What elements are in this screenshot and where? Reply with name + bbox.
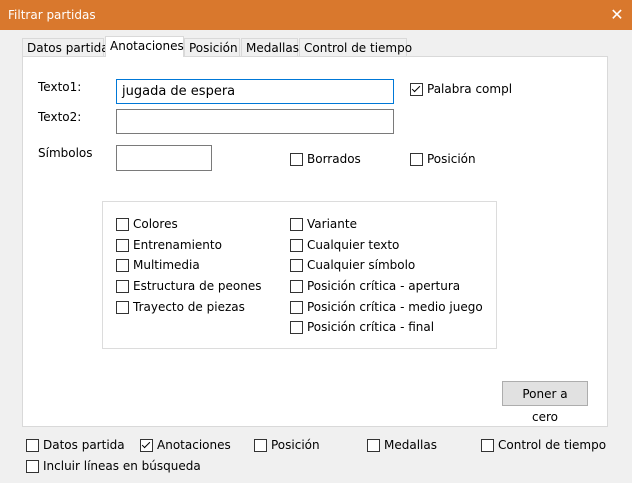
checkbox-icon	[116, 258, 129, 272]
footer-datos-partida-checkbox[interactable]: Datos partida	[26, 438, 125, 452]
footer-medallas-checkbox[interactable]: Medallas	[367, 438, 437, 452]
checkbox-icon	[290, 217, 303, 231]
posicion-critica-final-label: Posición crítica - final	[307, 320, 435, 334]
colores-label: Colores	[133, 217, 178, 231]
checkbox-icon	[26, 459, 39, 473]
footer-posicion-label: Posición	[271, 438, 320, 452]
posicion-critica-final-checkbox[interactable]: Posición crítica - final	[290, 320, 434, 334]
trayecto-de-piezas-checkbox[interactable]: Trayecto de piezas	[116, 300, 245, 314]
window-title: Filtrar partidas	[8, 8, 96, 22]
variante-label: Variante	[307, 217, 357, 231]
footer-posicion-checkbox[interactable]: Posición	[254, 438, 320, 452]
tab-control-de-tiempo[interactable]: Control de tiempo	[299, 38, 412, 56]
title-bar: Filtrar partidas ✕	[0, 0, 632, 30]
posicion-critica-medio-juego-checkbox[interactable]: Posición crítica - medio juego	[290, 300, 483, 314]
poner-a-cero-button[interactable]: Poner a cero	[502, 381, 588, 424]
checkbox-checked-icon	[410, 82, 423, 96]
multimedia-checkbox[interactable]: Multimedia	[116, 258, 200, 272]
texto1-input[interactable]: jugada de espera	[116, 79, 394, 104]
tab-posicion[interactable]: Posición	[184, 38, 240, 56]
tab-medallas[interactable]: Medallas	[241, 38, 299, 56]
colores-checkbox[interactable]: Colores	[116, 217, 178, 231]
checkbox-icon	[290, 300, 303, 314]
checkbox-icon	[116, 217, 129, 231]
footer-anotaciones-checkbox[interactable]: Anotaciones	[140, 438, 231, 452]
texto2-input[interactable]	[116, 109, 394, 134]
checkbox-icon	[367, 438, 380, 452]
estructura-de-peones-checkbox[interactable]: Estructura de peones	[116, 279, 261, 293]
cualquier-simbolo-checkbox[interactable]: Cualquier símbolo	[290, 258, 415, 272]
posicion-critica-medio-juego-label: Posición crítica - medio juego	[307, 300, 483, 314]
checkbox-icon	[290, 279, 303, 293]
cualquier-simbolo-label: Cualquier símbolo	[307, 258, 416, 272]
footer-anotaciones-label: Anotaciones	[157, 438, 231, 452]
entrenamiento-label: Entrenamiento	[133, 238, 222, 252]
checkbox-icon	[290, 320, 303, 334]
footer-control-de-tiempo-label: Control de tiempo	[498, 438, 607, 452]
texto1-label: Texto1:	[38, 80, 82, 94]
footer-control-de-tiempo-checkbox[interactable]: Control de tiempo	[481, 438, 606, 452]
checkbox-icon	[290, 152, 303, 166]
checkbox-icon	[290, 238, 303, 252]
palabra-completa-label: Palabra complet	[427, 82, 511, 96]
footer-datos-partida-label: Datos partida	[43, 438, 125, 452]
posicion-checkbox[interactable]: Posición	[410, 152, 476, 166]
checkbox-checked-icon	[140, 438, 153, 452]
variante-checkbox[interactable]: Variante	[290, 217, 357, 231]
checkbox-icon	[254, 438, 267, 452]
entrenamiento-checkbox[interactable]: Entrenamiento	[116, 238, 222, 252]
footer-medallas-label: Medallas	[384, 438, 437, 452]
checkbox-icon	[290, 258, 303, 272]
incluir-lineas-checkbox[interactable]: Incluir líneas en búsqueda	[26, 459, 201, 473]
tab-anotaciones[interactable]: Anotaciones	[105, 36, 184, 57]
palabra-completa-checkbox[interactable]: Palabra complet	[410, 82, 511, 96]
checkbox-icon	[116, 300, 129, 314]
checkbox-icon	[26, 438, 39, 452]
posicion-critica-apertura-label: Posición crítica - apertura	[307, 279, 461, 293]
simbolos-label: Símbolos	[38, 146, 93, 160]
checkbox-icon	[116, 238, 129, 252]
borrados-label: Borrados	[307, 152, 361, 166]
cualquier-texto-checkbox[interactable]: Cualquier texto	[290, 238, 399, 252]
borrados-checkbox[interactable]: Borrados	[290, 152, 361, 166]
tab-datos-partida[interactable]: Datos partida	[22, 38, 109, 56]
estructura-de-peones-label: Estructura de peones	[133, 279, 262, 293]
trayecto-de-piezas-label: Trayecto de piezas	[133, 300, 245, 314]
cualquier-texto-label: Cualquier texto	[307, 238, 400, 252]
posicion-critica-apertura-checkbox[interactable]: Posición crítica - apertura	[290, 279, 460, 293]
simbolos-input[interactable]	[116, 145, 212, 171]
close-icon[interactable]: ✕	[606, 4, 628, 26]
texto2-label: Texto2:	[38, 110, 82, 124]
checkbox-icon	[410, 152, 423, 166]
checkbox-icon	[481, 438, 494, 452]
posicion-label: Posición	[427, 152, 476, 166]
checkbox-icon	[116, 279, 129, 293]
multimedia-label: Multimedia	[133, 258, 200, 272]
incluir-lineas-label: Incluir líneas en búsqueda	[43, 459, 201, 473]
